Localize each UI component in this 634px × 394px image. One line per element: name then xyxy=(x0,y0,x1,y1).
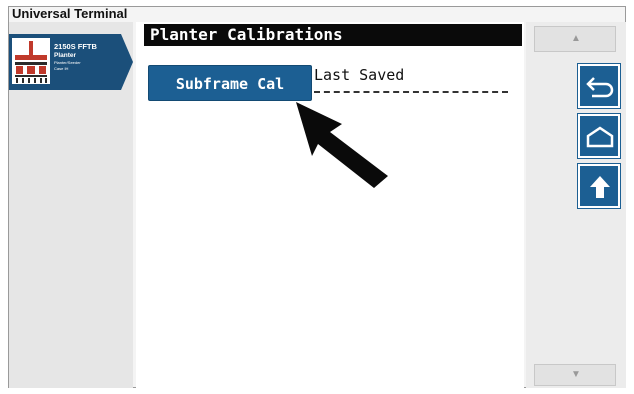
scroll-up-button[interactable]: ▲ xyxy=(534,26,616,52)
last-saved-label: Last Saved xyxy=(314,66,405,84)
page-title: Planter Calibrations xyxy=(144,24,522,46)
last-saved-value xyxy=(314,91,508,93)
back-arrow-icon xyxy=(586,77,614,98)
app-title: Universal Terminal xyxy=(12,6,128,21)
implement-type: Planter xyxy=(54,52,77,59)
scroll-up-icon: ▲ xyxy=(571,33,581,44)
implement-subtitle: Planter/Seeder xyxy=(54,60,81,65)
scroll-down-button[interactable]: ▼ xyxy=(534,364,616,386)
up-button[interactable] xyxy=(577,163,621,209)
back-button[interactable] xyxy=(577,63,621,109)
scroll-down-icon: ▼ xyxy=(571,369,581,380)
up-arrow-icon xyxy=(590,176,610,198)
subframe-cal-button[interactable]: Subframe Cal xyxy=(148,65,312,101)
planter-icon xyxy=(12,38,50,84)
implement-detail: Case IH xyxy=(54,66,69,71)
home-icon xyxy=(586,126,614,148)
implement-name: 2150S FFTB xyxy=(54,42,97,51)
home-button[interactable] xyxy=(577,113,621,159)
pointer-arrow-icon xyxy=(296,102,388,188)
